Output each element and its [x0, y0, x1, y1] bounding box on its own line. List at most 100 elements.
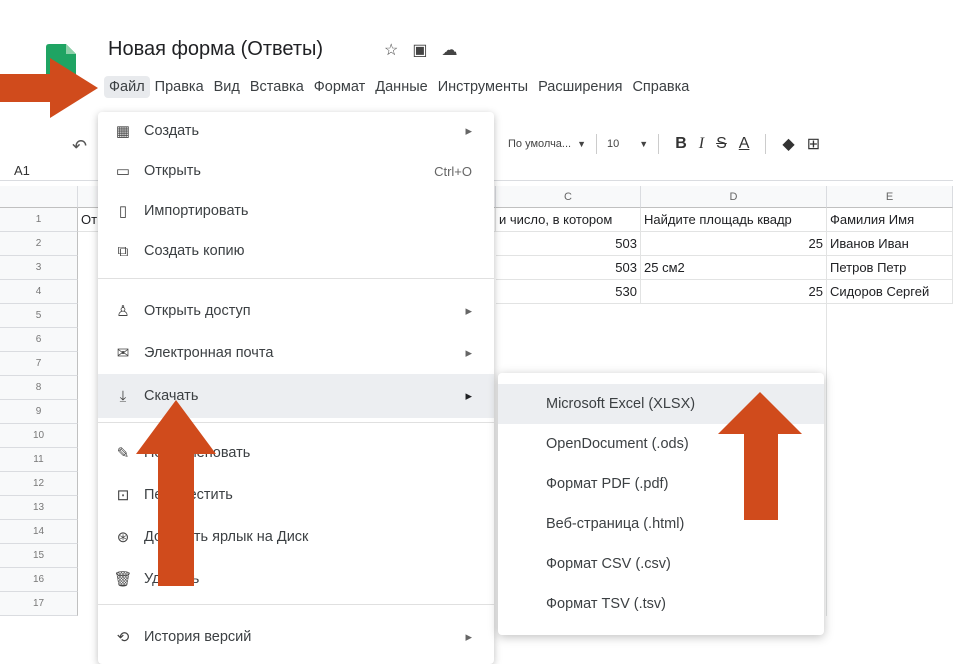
menu-data[interactable]: Данные	[370, 76, 432, 98]
submenu-arrow-icon: ▸	[465, 123, 472, 138]
menu-insert[interactable]: Вставка	[245, 76, 309, 98]
row-header[interactable]: 12	[0, 472, 78, 496]
move-icon: ⊡	[116, 487, 130, 504]
share-icon: ♙	[116, 303, 130, 320]
menu-item-version-history[interactable]: ⟲ История версий ▸	[98, 624, 494, 650]
copy-icon: ⧉	[117, 242, 129, 260]
row-header[interactable]: 15	[0, 544, 78, 568]
chevron-down-icon[interactable]: ▼	[577, 139, 586, 149]
menu-item-label: Импортировать	[144, 203, 249, 219]
toolbar-divider	[765, 134, 767, 154]
row-header[interactable]: 14	[0, 520, 78, 544]
menu-item-share[interactable]: ♙ Открыть доступ ▸	[98, 298, 494, 324]
menu-item-label: Создать копию	[144, 243, 245, 259]
menu-item-copy[interactable]: ⧉ Создать копию	[98, 238, 494, 264]
menu-item-label: История версий	[144, 629, 252, 645]
trash-icon: 🗑	[113, 571, 133, 588]
drive-shortcut-icon: ⊛	[116, 529, 130, 546]
title-icons: ☆ ▣ ☁	[384, 40, 457, 60]
menu-divider	[98, 604, 494, 605]
column-header-e[interactable]: E	[827, 186, 953, 208]
borders-icon[interactable]: ⊞	[801, 134, 826, 154]
cell-e2[interactable]: Иванов Иван	[827, 232, 953, 256]
submenu-arrow-icon: ▸	[465, 345, 472, 360]
chevron-down-icon[interactable]: ▼	[639, 139, 648, 149]
row-header[interactable]: 13	[0, 496, 78, 520]
cell-reference[interactable]: A1	[14, 163, 30, 178]
menu-item-open[interactable]: ▭ Открыть Ctrl+O	[98, 158, 494, 184]
download-tsv[interactable]: Формат TSV (.tsv)	[498, 584, 824, 624]
row-header[interactable]: 16	[0, 568, 78, 592]
menu-bar: Файл Правка Вид Вставка Формат Данные Ин…	[104, 76, 694, 98]
document-title[interactable]: Новая форма (Ответы)	[108, 38, 323, 61]
row-header[interactable]: 10	[0, 424, 78, 448]
cloud-icon[interactable]: ☁	[441, 40, 457, 60]
download-icon: ⤓	[119, 387, 127, 405]
italic-button[interactable]: I	[693, 135, 710, 153]
submenu-arrow-icon: ▸	[465, 303, 472, 318]
strikethrough-button[interactable]: S	[710, 135, 733, 153]
menu-extensions[interactable]: Расширения	[533, 76, 627, 98]
menu-file[interactable]: Файл	[104, 76, 150, 98]
cell-c4[interactable]: 530	[496, 280, 641, 304]
right-arrow-annotation	[0, 58, 98, 118]
menu-view[interactable]: Вид	[209, 76, 245, 98]
menu-item-import[interactable]: ▯ Импортировать	[98, 198, 494, 224]
mail-icon: ✉	[116, 345, 130, 362]
undo-icon[interactable]: ↶	[72, 136, 87, 157]
empty-cells[interactable]	[827, 304, 953, 616]
corner-header[interactable]	[0, 186, 78, 208]
up-arrow-annotation-xlsx	[718, 392, 802, 520]
up-arrow-annotation-download	[136, 400, 216, 586]
shortcut-label: Ctrl+O	[434, 163, 472, 179]
download-csv[interactable]: Формат CSV (.csv)	[498, 544, 824, 584]
cell-c3[interactable]: 503	[496, 256, 641, 280]
menu-tools[interactable]: Инструменты	[433, 76, 533, 98]
menu-format[interactable]: Формат	[309, 76, 371, 98]
fill-color-icon[interactable]: ◆	[776, 134, 800, 154]
row-header[interactable]: 2	[0, 232, 78, 256]
font-select[interactable]: По умолча...	[508, 138, 571, 150]
row-header[interactable]: 1	[0, 208, 78, 232]
row-header[interactable]: 6	[0, 328, 78, 352]
row-header[interactable]: 8	[0, 376, 78, 400]
row-header[interactable]: 4	[0, 280, 78, 304]
toolbar-divider	[658, 134, 660, 154]
file-icon: ▯	[118, 203, 128, 220]
menu-help[interactable]: Справка	[627, 76, 694, 98]
submenu-arrow-icon: ▸	[465, 629, 472, 644]
menu-edit[interactable]: Правка	[150, 76, 209, 98]
row-header[interactable]: 17	[0, 592, 78, 616]
column-header-d[interactable]: D	[641, 186, 827, 208]
menu-item-label: Создать	[144, 123, 200, 139]
row-header[interactable]: 5	[0, 304, 78, 328]
cell-d4[interactable]: 25	[641, 280, 827, 304]
cell-c1[interactable]: и число, в котором	[496, 208, 641, 232]
menu-divider	[98, 278, 494, 279]
row-header[interactable]: 3	[0, 256, 78, 280]
row-header[interactable]: 11	[0, 448, 78, 472]
folder-icon[interactable]: ▣	[412, 40, 427, 60]
row-header[interactable]: 7	[0, 352, 78, 376]
row-header[interactable]: 9	[0, 400, 78, 424]
cell-d3[interactable]: 25 см2	[641, 256, 827, 280]
cell-d1[interactable]: Найдите площадь квадр	[641, 208, 827, 232]
menu-item-email[interactable]: ✉ Электронная почта ▸	[98, 340, 494, 366]
menu-item-create[interactable]: ▦ Создать ▸	[98, 118, 494, 144]
menu-item-label: Открыть доступ	[144, 303, 251, 319]
sheet-icon: ▦	[115, 123, 131, 140]
cell-e1[interactable]: Фамилия Имя	[827, 208, 953, 232]
star-icon[interactable]: ☆	[384, 40, 398, 60]
text-color-button[interactable]: A	[733, 135, 756, 153]
column-header-c[interactable]: C	[496, 186, 641, 208]
font-size-select[interactable]: 10	[607, 138, 619, 150]
rename-icon: ✎	[116, 445, 130, 462]
toolbar-divider	[596, 134, 598, 154]
bold-button[interactable]: B	[669, 135, 693, 153]
cell-e3[interactable]: Петров Петр	[827, 256, 953, 280]
menu-item-label: Открыть	[144, 163, 201, 179]
cell-c2[interactable]: 503	[496, 232, 641, 256]
cell-e4[interactable]: Сидоров Сергей	[827, 280, 953, 304]
submenu-arrow-icon: ▸	[465, 388, 472, 403]
cell-d2[interactable]: 25	[641, 232, 827, 256]
